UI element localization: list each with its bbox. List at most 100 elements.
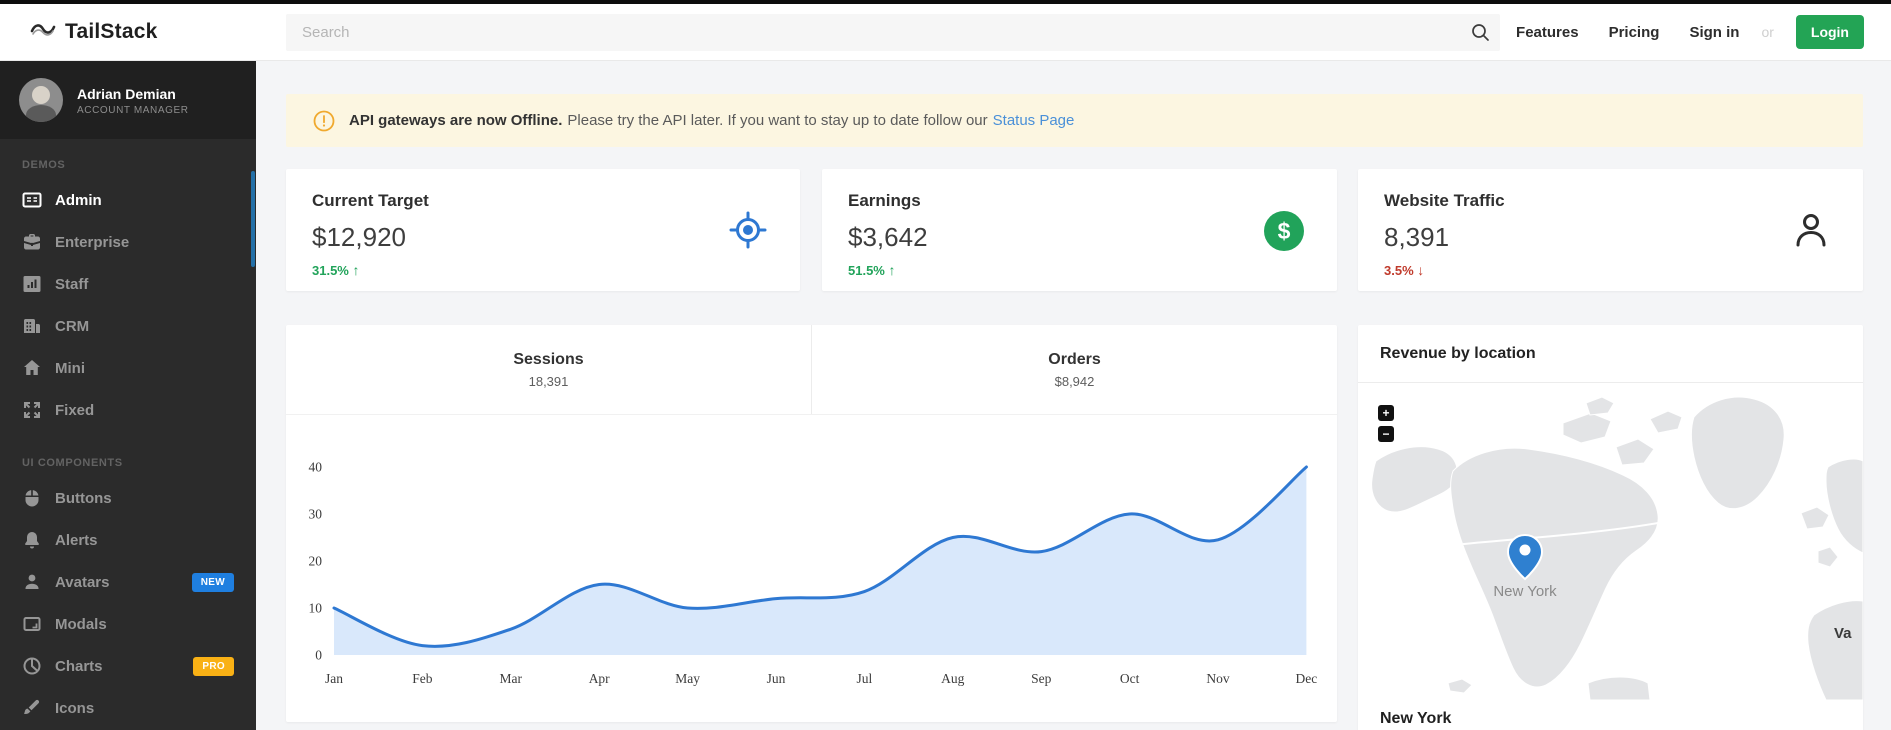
sidebar: Adrian Demian ACCOUNT MANAGER DEMOS Admi…: [0, 61, 256, 730]
alert-text: Please try the API later. If you want to…: [567, 112, 987, 129]
status-page-link[interactable]: Status Page: [993, 112, 1075, 129]
search-icon[interactable]: [1460, 14, 1500, 51]
nav-link-signin[interactable]: Sign in: [1689, 24, 1739, 41]
sidebar-item-label: Staff: [55, 276, 88, 293]
sidebar-item-modals[interactable]: Modals: [0, 603, 256, 645]
search-input[interactable]: [286, 14, 1460, 51]
top-nav: Features Pricing Sign in or Login: [1516, 15, 1864, 49]
tab-label: Sessions: [513, 351, 583, 369]
map-shapes: [1358, 383, 1863, 700]
svg-text:Jul: Jul: [857, 671, 873, 686]
stat-change: 3.5% ↓: [1384, 262, 1837, 278]
stat-card-earnings: Earnings $3,642 51.5% ↑ $: [822, 169, 1337, 291]
svg-text:May: May: [675, 671, 700, 686]
nav-link-features[interactable]: Features: [1516, 24, 1579, 41]
home-icon: [22, 358, 42, 378]
sidebar-item-label: Buttons: [55, 490, 112, 507]
revenue-by-location-card: Revenue by location + −: [1358, 325, 1863, 730]
window-icon: [22, 614, 42, 634]
section-label-ui-components: UI COMPONENTS: [22, 457, 256, 469]
sidebar-item-buttons[interactable]: Buttons: [0, 477, 256, 519]
person-icon: [22, 572, 42, 592]
sidebar-item-alerts[interactable]: Alerts: [0, 519, 256, 561]
map-zoom-out-button[interactable]: −: [1378, 426, 1394, 442]
sidebar-item-charts[interactable]: Charts PRO: [0, 645, 256, 687]
stat-value: $12,920: [312, 222, 774, 253]
stat-change: 31.5% ↑: [312, 262, 774, 278]
map-footer-location: New York: [1358, 700, 1863, 728]
svg-text:Aug: Aug: [941, 671, 964, 686]
profile-name: Adrian Demian: [77, 84, 189, 105]
tab-orders[interactable]: Orders $8,942: [812, 325, 1337, 414]
dollar-icon: $: [1263, 210, 1305, 257]
svg-text:10: 10: [309, 601, 323, 616]
stat-title: Current Target: [312, 191, 774, 211]
avatar: [19, 78, 63, 122]
stat-card-website-traffic: Website Traffic 8,391 3.5% ↓: [1358, 169, 1863, 291]
tab-value: 18,391: [529, 374, 569, 389]
svg-text:20: 20: [309, 554, 323, 569]
login-button[interactable]: Login: [1796, 15, 1864, 49]
sidebar-item-label: Admin: [55, 192, 102, 209]
sidebar-item-label: Modals: [55, 616, 107, 633]
pie-chart-icon: [22, 656, 42, 676]
profile-card[interactable]: Adrian Demian ACCOUNT MANAGER: [0, 61, 256, 139]
wave-logo-icon: [30, 19, 56, 46]
topbar: TailStack Features Pricing Sign in or Lo…: [0, 4, 1891, 61]
stat-value: $3,642: [848, 222, 1311, 253]
sidebar-item-label: Charts: [55, 658, 103, 675]
target-icon: [728, 210, 768, 255]
sidebar-item-mini[interactable]: Mini: [0, 347, 256, 389]
sidebar-item-crm[interactable]: CRM: [0, 305, 256, 347]
or-text: or: [1761, 24, 1773, 40]
user-outline-icon: [1791, 210, 1831, 255]
admin-icon: [22, 190, 42, 210]
main-content: API gateways are now Offline. Please try…: [256, 61, 1891, 730]
stat-title: Website Traffic: [1384, 191, 1837, 211]
stat-value: 8,391: [1384, 222, 1837, 253]
sidebar-item-icons[interactable]: Icons: [0, 687, 256, 729]
arrow-down-icon: ↓: [1417, 262, 1424, 278]
world-map[interactable]: + −: [1358, 383, 1863, 700]
pro-badge: PRO: [193, 657, 234, 676]
search-bar: [286, 14, 1500, 51]
sidebar-item-label: Avatars: [55, 574, 109, 591]
stat-card-current-target: Current Target $12,920 31.5% ↑: [286, 169, 800, 291]
sidebar-item-admin[interactable]: Admin: [0, 179, 256, 221]
arrow-up-icon: ↑: [353, 262, 360, 278]
arrow-up-icon: ↑: [889, 262, 896, 278]
sidebar-item-label: Mini: [55, 360, 85, 377]
sidebar-scrollbar-thumb[interactable]: [251, 171, 255, 267]
svg-text:Apr: Apr: [589, 671, 610, 686]
svg-text:30: 30: [309, 507, 323, 522]
svg-text:Nov: Nov: [1206, 671, 1229, 686]
brush-icon: [22, 698, 42, 718]
chart-tabs: Sessions 18,391 Orders $8,942: [286, 325, 1337, 415]
sidebar-item-fixed[interactable]: Fixed: [0, 389, 256, 431]
tab-sessions[interactable]: Sessions 18,391: [286, 325, 812, 414]
sidebar-item-enterprise[interactable]: Enterprise: [0, 221, 256, 263]
sessions-orders-card: Sessions 18,391 Orders $8,942 010203040J…: [286, 325, 1337, 722]
nav-link-pricing[interactable]: Pricing: [1609, 24, 1660, 41]
alert-bold-text: API gateways are now Offline.: [349, 112, 562, 129]
svg-text:Feb: Feb: [412, 671, 433, 686]
map-card-title: Revenue by location: [1358, 325, 1863, 383]
sidebar-item-label: Alerts: [55, 532, 98, 549]
sidebar-item-label: CRM: [55, 318, 89, 335]
brand-name: TailStack: [65, 20, 157, 44]
svg-text:0: 0: [315, 648, 322, 663]
map-zoom-in-button[interactable]: +: [1378, 405, 1394, 421]
stat-title: Earnings: [848, 191, 1311, 211]
map-pin-label: New York: [1475, 583, 1575, 600]
sidebar-item-staff[interactable]: Staff: [0, 263, 256, 305]
brand[interactable]: TailStack: [0, 19, 256, 46]
svg-text:Jun: Jun: [767, 671, 786, 686]
map-edge-label: Va: [1834, 625, 1852, 642]
sidebar-item-label: Enterprise: [55, 234, 129, 251]
sidebar-item-avatars[interactable]: Avatars NEW: [0, 561, 256, 603]
svg-text:Jan: Jan: [325, 671, 343, 686]
profile-role: ACCOUNT MANAGER: [77, 105, 189, 116]
sidebar-item-label: Fixed: [55, 402, 94, 419]
building-icon: [22, 316, 42, 336]
stat-change: 51.5% ↑: [848, 262, 1311, 278]
